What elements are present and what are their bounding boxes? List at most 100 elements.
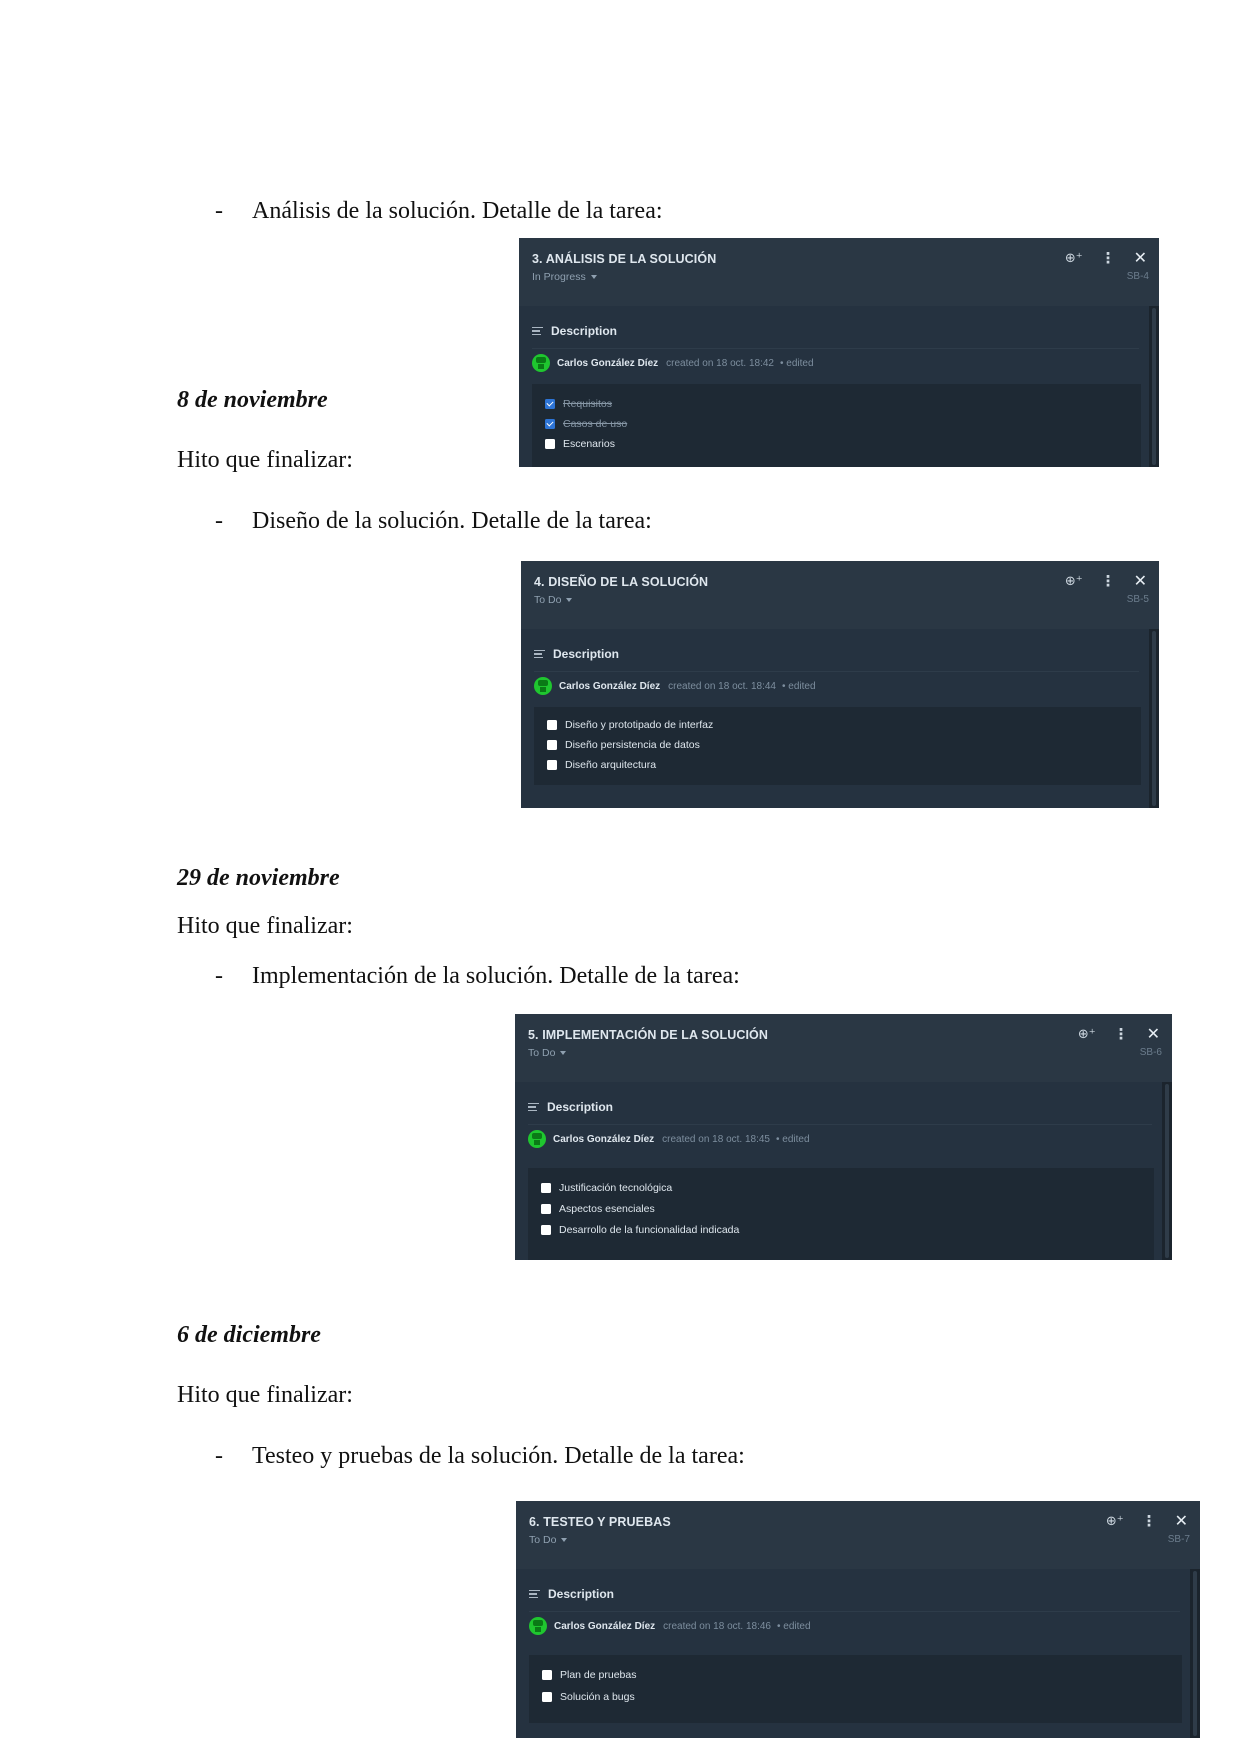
task-key: SB-6 <box>1139 1047 1162 1058</box>
more-options-icon[interactable]: ⋮ <box>1101 249 1116 267</box>
task-title: 5. IMPLEMENTACIÓN DE LA SOLUCIÓN <box>528 1028 769 1042</box>
scrollbar[interactable] <box>1162 1082 1172 1260</box>
header-actions: ⊕⁺ ⋮ ✕ <box>1065 248 1147 268</box>
checkbox[interactable] <box>541 1225 551 1235</box>
comment-meta: Carlos González Díez created on 18 oct. … <box>528 1130 810 1148</box>
checklist-item[interactable]: Diseño y prototipado de interfaz <box>547 719 713 731</box>
close-icon[interactable]: ✕ <box>1134 248 1147 268</box>
status-dropdown[interactable]: To Do <box>534 594 573 606</box>
description-icon <box>534 648 545 661</box>
task-card-testeo: 6. TESTEO Y PRUEBAS To Do SB-7 ⊕⁺ ⋮ ✕ De… <box>516 1501 1200 1738</box>
task-key: SB-4 <box>1126 271 1149 282</box>
close-icon[interactable]: ✕ <box>1147 1024 1160 1044</box>
close-icon[interactable]: ✕ <box>1134 571 1147 591</box>
chevron-down-icon <box>561 1538 568 1543</box>
author-name[interactable]: Carlos González Díez <box>553 1134 654 1145</box>
status-dropdown[interactable]: To Do <box>529 1534 568 1546</box>
bullet-text: Implementación de la solución. Detalle d… <box>252 963 740 989</box>
scrollbar[interactable] <box>1149 306 1159 467</box>
status-label: In Progress <box>532 271 586 283</box>
status-label: To Do <box>534 594 562 606</box>
task-title: 6. TESTEO Y PRUEBAS <box>529 1515 671 1529</box>
created-timestamp: created on 18 oct. 18:44 <box>668 680 776 692</box>
watch-icon[interactable]: ⊕⁺ <box>1065 250 1083 266</box>
checklist-item-label: Desarrollo de la funcionalidad indicada <box>559 1224 740 1236</box>
avatar[interactable] <box>528 1130 546 1148</box>
status-dropdown[interactable]: To Do <box>528 1047 567 1059</box>
avatar[interactable] <box>532 354 550 372</box>
author-name[interactable]: Carlos González Díez <box>559 681 660 692</box>
milestone-date: 6 de diciembre <box>177 1322 321 1348</box>
author-name[interactable]: Carlos González Díez <box>557 358 658 369</box>
chevron-down-icon <box>560 1051 567 1056</box>
checklist-item[interactable]: Escenarios <box>545 438 615 450</box>
author-name[interactable]: Carlos González Díez <box>554 1621 655 1632</box>
checklist-item-label: Casos de uso <box>563 418 628 430</box>
checklist-item[interactable]: Casos de uso <box>545 418 627 430</box>
avatar[interactable] <box>529 1617 547 1635</box>
checklist-item[interactable]: Requisitos <box>545 398 612 410</box>
divider <box>534 671 1139 672</box>
milestone-label: Hito que finalizar: <box>177 913 353 939</box>
checklist-item[interactable]: Desarrollo de la funcionalidad indicada <box>541 1224 739 1236</box>
close-icon[interactable]: ✕ <box>1175 1511 1188 1531</box>
checklist-item[interactable]: Diseño arquitectura <box>547 759 656 771</box>
description-heading: Description <box>529 1587 614 1601</box>
checklist-item[interactable]: Solución a bugs <box>542 1691 635 1703</box>
task-title: 4. DISEÑO DE LA SOLUCIÓN <box>534 575 709 589</box>
checkbox-checked[interactable] <box>545 399 555 409</box>
description-label: Description <box>551 324 618 338</box>
checkbox[interactable] <box>547 720 557 730</box>
divider <box>529 1611 1180 1612</box>
checklist-item[interactable]: Plan de pruebas <box>542 1669 636 1681</box>
bullet-dash: - <box>215 198 223 224</box>
scrollbar[interactable] <box>1149 629 1159 808</box>
task-card-implementacion: 5. IMPLEMENTACIÓN DE LA SOLUCIÓN To Do S… <box>515 1014 1172 1260</box>
status-label: To Do <box>529 1534 557 1546</box>
checkbox[interactable] <box>547 760 557 770</box>
status-dropdown[interactable]: In Progress <box>532 271 597 283</box>
checklist-item-label: Diseño y prototipado de interfaz <box>565 719 714 731</box>
milestone-date: 8 de noviembre <box>177 387 328 413</box>
chevron-down-icon <box>590 275 597 280</box>
bullet-text: Diseño de la solución. Detalle de la tar… <box>252 508 652 534</box>
task-header: 3. ANÁLISIS DE LA SOLUCIÓN In Progress S… <box>519 238 1159 306</box>
checklist: Requisitos Casos de uso Escenarios <box>532 384 1141 467</box>
checklist-item-label: Justificación tecnológica <box>559 1182 673 1194</box>
avatar[interactable] <box>534 677 552 695</box>
task-card-analisis: 3. ANÁLISIS DE LA SOLUCIÓN In Progress S… <box>519 238 1159 467</box>
watch-icon[interactable]: ⊕⁺ <box>1078 1026 1096 1042</box>
checkbox[interactable] <box>541 1204 551 1214</box>
description-icon <box>528 1101 539 1114</box>
scrollbar[interactable] <box>1190 1569 1200 1738</box>
task-body: Description Carlos González Díez created… <box>521 629 1149 808</box>
description-label: Description <box>547 1100 614 1114</box>
created-timestamp: created on 18 oct. 18:45 <box>662 1133 770 1145</box>
checkbox[interactable] <box>547 740 557 750</box>
checklist-item-label: Aspectos esenciales <box>559 1203 655 1215</box>
task-card-diseno: 4. DISEÑO DE LA SOLUCIÓN To Do SB-5 ⊕⁺ ⋮… <box>521 561 1159 808</box>
watch-icon[interactable]: ⊕⁺ <box>1106 1513 1124 1529</box>
description-heading: Description <box>528 1100 613 1114</box>
checklist-item[interactable]: Aspectos esenciales <box>541 1203 655 1215</box>
description-heading: Description <box>532 324 617 338</box>
more-options-icon[interactable]: ⋮ <box>1101 572 1116 590</box>
checkbox-checked[interactable] <box>545 419 555 429</box>
checkbox[interactable] <box>542 1692 552 1702</box>
created-timestamp: created on 18 oct. 18:42 <box>666 357 774 369</box>
task-body: Description Carlos González Díez created… <box>515 1082 1162 1260</box>
bullet-text: Testeo y pruebas de la solución. Detalle… <box>252 1443 745 1469</box>
checkbox[interactable] <box>542 1670 552 1680</box>
checklist-item[interactable]: Justificación tecnológica <box>541 1182 672 1194</box>
checkbox[interactable] <box>545 439 555 449</box>
more-options-icon[interactable]: ⋮ <box>1114 1025 1129 1043</box>
created-timestamp: created on 18 oct. 18:46 <box>663 1620 771 1632</box>
description-label: Description <box>553 647 620 661</box>
chevron-down-icon <box>566 598 573 603</box>
checklist-item[interactable]: Diseño persistencia de datos <box>547 739 700 751</box>
checkbox[interactable] <box>541 1183 551 1193</box>
more-options-icon[interactable]: ⋮ <box>1142 1512 1157 1530</box>
checklist-item-label: Plan de pruebas <box>560 1669 637 1681</box>
watch-icon[interactable]: ⊕⁺ <box>1065 573 1083 589</box>
checklist-item-label: Solución a bugs <box>560 1691 635 1703</box>
